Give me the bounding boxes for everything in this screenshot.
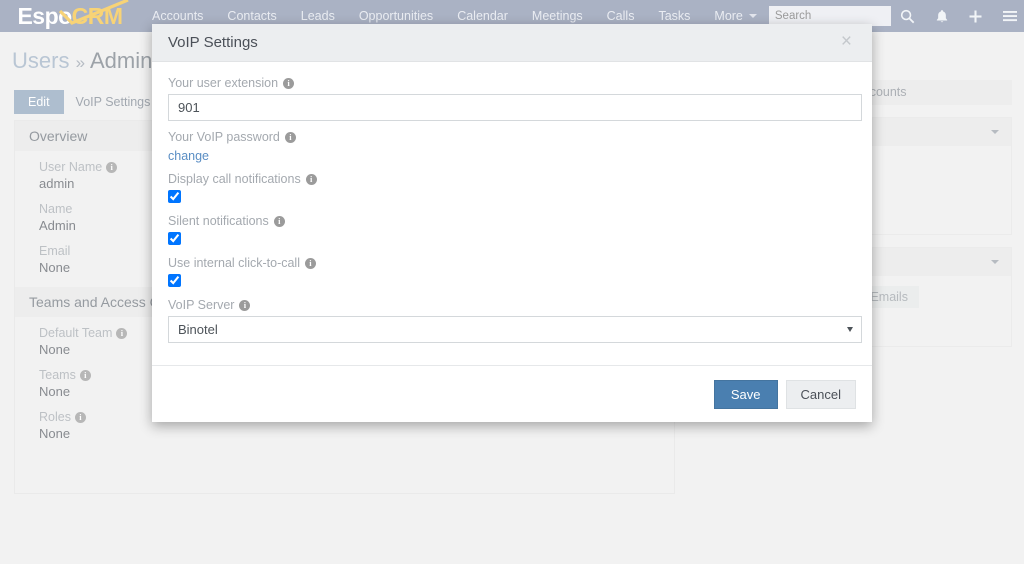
field-label-wrap: Use internal click-to-call i — [168, 256, 856, 270]
field-internal-click-to-call: Use internal click-to-call i — [168, 256, 856, 289]
save-button[interactable]: Save — [713, 379, 778, 409]
change-password-link[interactable]: change — [168, 149, 209, 163]
info-icon[interactable]: i — [239, 299, 251, 311]
field-label: Display call notifications — [168, 172, 301, 186]
modal-footer: Save Cancel — [152, 365, 872, 422]
field-voip-server: VoIP Server i Binotel — [168, 298, 862, 343]
info-icon[interactable]: i — [305, 173, 317, 185]
field-silent-notifications: Silent notifications i — [168, 214, 856, 247]
info-icon[interactable]: i — [304, 257, 316, 269]
field-user-extension: Your user extension i — [168, 76, 862, 121]
cancel-button[interactable]: Cancel — [785, 379, 856, 409]
field-label-wrap: VoIP Server i — [168, 298, 856, 312]
field-label: VoIP Server — [168, 298, 235, 312]
field-label: Your VoIP password — [168, 130, 280, 144]
info-icon[interactable]: i — [284, 131, 296, 143]
field-label-wrap: Display call notifications i — [168, 172, 856, 186]
field-label-wrap: Silent notifications i — [168, 214, 856, 228]
display-call-notifications-checkbox[interactable] — [168, 190, 181, 203]
field-voip-password: Your VoIP password i change — [168, 130, 856, 163]
close-icon[interactable]: × — [835, 31, 858, 52]
field-label: Silent notifications — [168, 214, 269, 228]
silent-notifications-checkbox[interactable] — [168, 232, 181, 245]
info-icon[interactable]: i — [273, 215, 285, 227]
voip-server-select-wrap: Binotel — [168, 316, 862, 343]
modal-header: VoIP Settings × — [152, 24, 872, 62]
voip-settings-modal: VoIP Settings × Your user extension i Yo… — [152, 24, 872, 422]
field-label-wrap: Your user extension i — [168, 76, 856, 90]
internal-click-to-call-checkbox[interactable] — [168, 274, 181, 287]
modal-body: Your user extension i Your VoIP password… — [152, 62, 872, 365]
field-display-call-notifications: Display call notifications i — [168, 172, 856, 205]
user-extension-input[interactable] — [168, 94, 862, 121]
field-label-wrap: Your VoIP password i — [168, 130, 856, 144]
modal-title: VoIP Settings — [168, 34, 258, 51]
field-label: Use internal click-to-call — [168, 256, 300, 270]
field-label: Your user extension — [168, 76, 279, 90]
info-icon[interactable]: i — [283, 77, 295, 89]
voip-server-select[interactable]: Binotel — [168, 316, 862, 343]
